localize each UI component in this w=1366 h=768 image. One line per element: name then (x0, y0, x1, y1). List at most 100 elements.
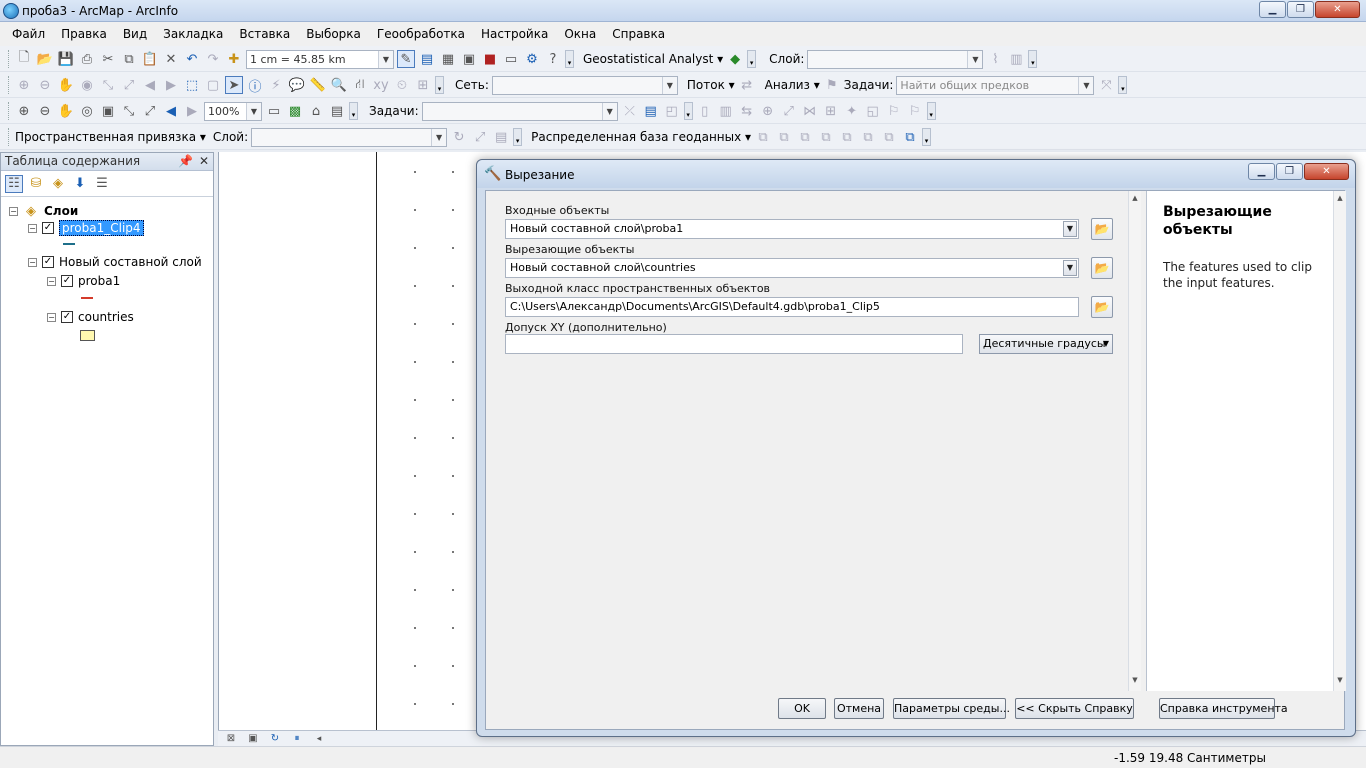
layer-visibility-checkbox[interactable]: ✓ (42, 256, 54, 268)
arctoolbox-icon[interactable]: ▣ (460, 50, 478, 68)
toolbar-grip[interactable] (8, 128, 12, 146)
flow-direction-icon[interactable]: ⇄ (738, 76, 756, 94)
menu-file[interactable]: Файл (4, 27, 53, 41)
utility-icon-1[interactable]: ◰ (663, 102, 681, 120)
utility-icon-5[interactable]: ⊕ (759, 102, 777, 120)
utility-icon-7[interactable]: ⋈ (801, 102, 819, 120)
toolbar-options[interactable]: ▾ (683, 102, 693, 120)
toolbar-grip[interactable] (8, 102, 12, 120)
layer2-combo[interactable]: ▼ (251, 127, 448, 147)
hide-help-button[interactable]: << Скрыть Справку (1015, 698, 1134, 719)
browse-folder-icon[interactable]: 📂 (1091, 296, 1113, 318)
output-fc-field[interactable]: C:\Users\Александр\Documents\ArcGIS\Defa… (505, 297, 1079, 317)
scroll-down-icon[interactable]: ▼ (1334, 676, 1346, 684)
zoom-percent-combo[interactable]: 100% ▼ (204, 101, 262, 121)
layer-label[interactable]: proba1 (78, 274, 120, 288)
data-view-icon[interactable]: ⊠ (222, 730, 240, 748)
layout-pan-icon[interactable]: ✋ (57, 102, 75, 120)
input-features-combo[interactable]: Новый составной слой\proba1 ▼ (505, 219, 1079, 239)
toolbar-options[interactable]: ▾ (1028, 50, 1038, 68)
replica-icon-6[interactable]: ⧉ (859, 128, 877, 146)
add-data-icon[interactable]: ✚ (225, 50, 243, 68)
utility-icon-8[interactable]: ⊞ (822, 102, 840, 120)
analysis-menu[interactable]: Анализ ▾ (765, 78, 820, 92)
replica-icon-5[interactable]: ⧉ (838, 128, 856, 146)
menu-help[interactable]: Справка (604, 27, 673, 41)
zoom-whole-page-icon[interactable]: ◎ (78, 102, 96, 120)
collapse-icon[interactable]: − (47, 276, 56, 286)
toc-root[interactable]: − ◈ Слои (9, 202, 78, 220)
open-icon[interactable]: 📂 (36, 50, 54, 68)
solve-icon[interactable]: ⤧ (1097, 76, 1115, 94)
dialog-maximize-button[interactable]: ❐ (1276, 163, 1303, 180)
menu-windows[interactable]: Окна (556, 27, 604, 41)
menu-edit[interactable]: Правка (53, 27, 115, 41)
toc-group-layer[interactable]: − ✓ Новый составной слой (28, 255, 202, 269)
table-icon[interactable]: ▤ (418, 50, 436, 68)
menu-selection[interactable]: Выборка (298, 27, 369, 41)
find-icon[interactable]: 🔍 (330, 76, 348, 94)
scroll-left-icon[interactable]: ◂ (310, 730, 328, 748)
minimize-button[interactable]: ▁ (1259, 1, 1286, 18)
maximize-button[interactable]: ❐ (1287, 1, 1314, 18)
layer-visibility-checkbox[interactable]: ✓ (42, 222, 54, 234)
toolbar-options[interactable]: ▾ (513, 128, 523, 146)
link-table-icon[interactable]: ▤ (492, 128, 510, 146)
toolbar-options[interactable]: ▾ (747, 50, 757, 68)
list-by-visibility-icon[interactable]: ◈ (49, 175, 67, 193)
list-by-source-icon[interactable]: ⛁ (27, 175, 45, 193)
back-extent-icon[interactable]: ◀ (141, 76, 159, 94)
layout-zoom-in-icon[interactable]: ⊕ (15, 102, 33, 120)
model-builder-icon[interactable]: ⚙ (523, 50, 541, 68)
select-elements-icon[interactable]: ➤ (225, 76, 243, 94)
dropdown-arrow-icon[interactable]: ▼ (1063, 221, 1077, 237)
utility-icon-11[interactable]: ⚐ (885, 102, 903, 120)
fixed-zoom-in-layout-icon[interactable]: ⤡ (120, 102, 138, 120)
dialog-minimize-button[interactable]: ▁ (1248, 163, 1275, 180)
select-features-icon[interactable]: ⬚ (183, 76, 201, 94)
replica-icon-2[interactable]: ⧉ (775, 128, 793, 146)
layer-combo[interactable]: ▼ (807, 49, 984, 69)
layer-label[interactable]: Новый составной слой (59, 255, 202, 269)
menu-customize[interactable]: Настройка (473, 27, 556, 41)
html-popup-icon[interactable]: 💬 (288, 76, 306, 94)
collapse-icon[interactable]: − (28, 223, 37, 233)
utility-icon-3[interactable]: ▥ (717, 102, 735, 120)
pin-icon[interactable]: 📌 (178, 153, 193, 170)
paste-icon[interactable]: 📋 (141, 50, 159, 68)
replica-icon-8[interactable]: ⧉ (901, 128, 919, 146)
tolerance-units-combo[interactable]: Десятичные градусы ▼ (979, 334, 1113, 354)
print-icon[interactable]: ⎙ (78, 50, 96, 68)
goto-xy-icon[interactable]: xy (372, 76, 390, 94)
replica-icon-7[interactable]: ⧉ (880, 128, 898, 146)
change-layout-icon[interactable]: ⌂ (307, 102, 325, 120)
fixed-zoom-out-icon[interactable]: ⤢ (120, 76, 138, 94)
identify-icon[interactable]: ⓘ (246, 76, 264, 95)
rotate-icon[interactable]: ↻ (450, 128, 468, 146)
toc-layer-countries[interactable]: − ✓ countries (47, 310, 134, 324)
create-viewer-icon[interactable]: ⊞ (414, 76, 432, 94)
scale-combo[interactable]: 1 cm = 45.85 km ▼ (246, 49, 394, 69)
utility-icon-12[interactable]: ⚐ (906, 102, 924, 120)
trace-table-icon[interactable]: ▤ (642, 102, 660, 120)
distributed-db-menu[interactable]: Распределенная база геоданных ▾ (531, 130, 751, 144)
analysis-flag-icon[interactable]: ⚑ (823, 76, 841, 94)
toolbar-options[interactable]: ▾ (922, 128, 932, 146)
xy-tolerance-field[interactable] (505, 334, 963, 354)
data-driven-pages-icon[interactable]: ▤ (328, 102, 346, 120)
dropdown-arrow-icon[interactable]: ▼ (1103, 335, 1109, 353)
forward-extent-icon[interactable]: ▶ (162, 76, 180, 94)
toc-close-icon[interactable]: ✕ (199, 153, 209, 170)
toc-options-icon[interactable]: ☰ (93, 175, 111, 193)
list-by-drawing-order-icon[interactable]: ☷ (5, 174, 23, 193)
time-slider-icon[interactable]: ⏲ (393, 76, 411, 94)
new-document-icon[interactable]: 🗋 (15, 50, 33, 68)
cancel-button[interactable]: Отмена (834, 698, 884, 719)
browse-folder-icon[interactable]: 📂 (1091, 257, 1113, 279)
layout-view-icon[interactable]: ▣ (244, 730, 262, 748)
python-window-icon[interactable]: ▭ (502, 50, 520, 68)
clear-selection-icon[interactable]: ▢ (204, 76, 222, 94)
tasks2-combo[interactable]: ▼ (421, 101, 618, 121)
toolbar-options[interactable]: ▾ (926, 102, 936, 120)
zoom-100-icon[interactable]: ▣ (99, 102, 117, 120)
